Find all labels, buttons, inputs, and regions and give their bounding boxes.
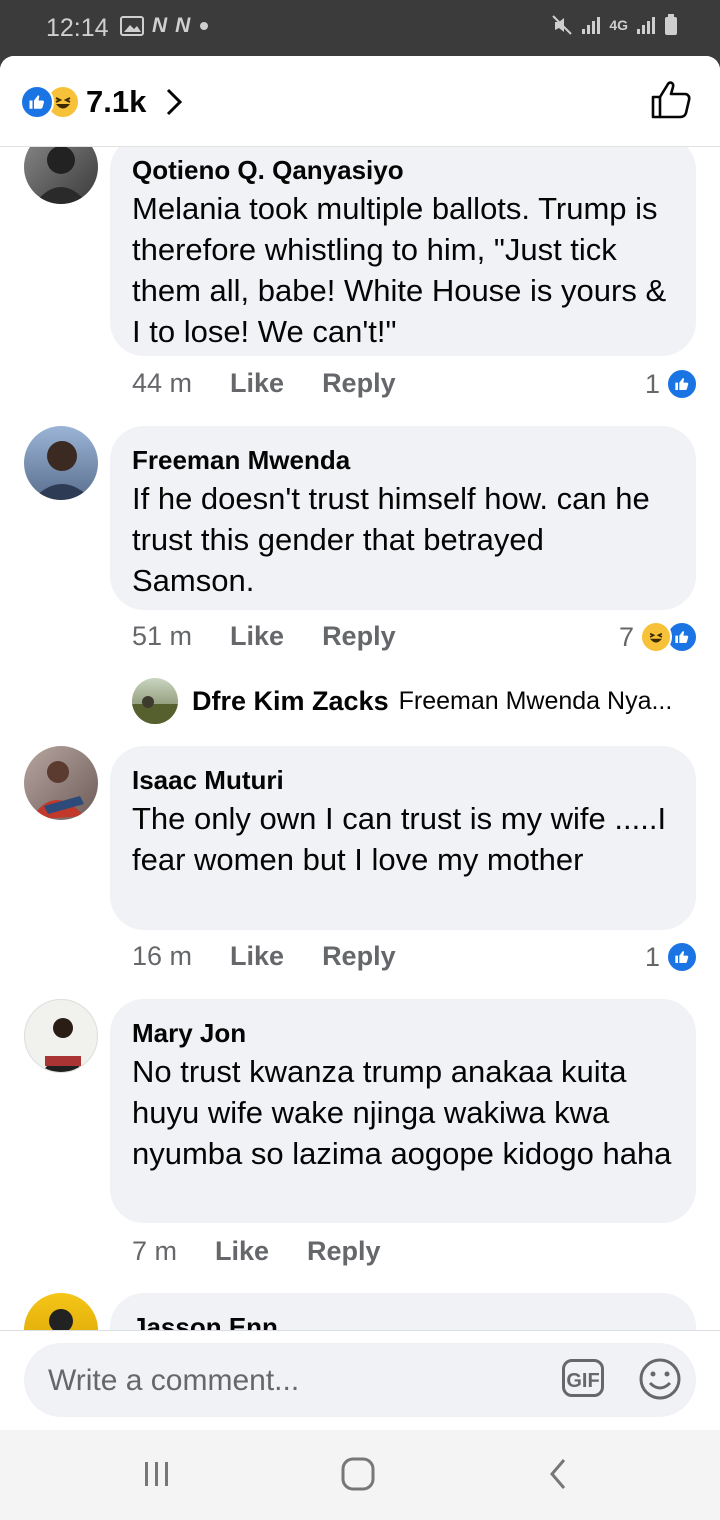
like-button[interactable]: Like	[230, 368, 284, 399]
comment-text: Melania took multiple ballots. Trump is …	[132, 191, 667, 349]
nn-icon: N	[152, 14, 168, 37]
haha-reaction-icon	[640, 621, 672, 653]
reply-snippet: Freeman Mwenda Nya...	[398, 686, 673, 715]
like-button[interactable]: Like	[230, 621, 284, 652]
comment-actions: 44 m Like Reply	[132, 368, 396, 399]
comment-bubble[interactable]: Jasson Enn	[110, 1293, 696, 1330]
nn-icon: N	[175, 14, 191, 37]
back-icon[interactable]	[544, 1454, 574, 1494]
avatar	[132, 678, 178, 724]
battery-icon	[665, 14, 677, 35]
reply-button[interactable]: Reply	[322, 368, 396, 399]
comment-reaction-count: 1	[644, 941, 660, 972]
status-right-icons: 4G	[551, 14, 678, 36]
status-time: 12:14	[46, 14, 109, 42]
comment-reactions[interactable]: 1	[645, 941, 698, 973]
reply-button[interactable]: Reply	[307, 1236, 381, 1267]
gif-button[interactable]: GIF	[562, 1359, 604, 1397]
reaction-count: 7.1k	[86, 84, 147, 119]
comment-reactions[interactable]: 1	[645, 368, 698, 400]
status-left-icons: N N	[120, 14, 210, 38]
comment-text: If he doesn't trust himself how. can he …	[132, 481, 650, 598]
reactions-summary[interactable]: 7.1k	[20, 84, 184, 120]
comment-reactions[interactable]: 7	[619, 621, 698, 653]
avatar[interactable]	[24, 746, 98, 820]
like-reaction-icon	[666, 941, 698, 973]
avatar[interactable]	[24, 999, 98, 1073]
comment-bubble[interactable]: Mary Jon No trust kwanza trump anakaa ku…	[110, 999, 696, 1223]
avatar[interactable]	[24, 146, 98, 204]
system-nav-bar	[0, 1430, 720, 1520]
signal-icon	[582, 17, 601, 34]
comment-text: The only own I can trust is my wife ....…	[132, 801, 667, 877]
like-button[interactable]: Like	[215, 1236, 269, 1267]
thumbs-up-icon[interactable]	[650, 80, 692, 120]
reply-preview[interactable]: Dfre Kim Zacks Freeman Mwenda Nya...	[132, 678, 672, 724]
dot-icon	[200, 22, 209, 30]
home-icon[interactable]	[338, 1454, 378, 1494]
emoji-icon[interactable]	[638, 1357, 682, 1401]
reply-button[interactable]: Reply	[322, 941, 396, 972]
gallery-icon	[120, 16, 144, 36]
avatar[interactable]	[24, 426, 98, 500]
comment-reaction-count: 7	[618, 621, 634, 652]
signal-icon	[637, 17, 655, 34]
comment-composer: Write a comment... GIF	[0, 1330, 720, 1430]
reply-author: Dfre Kim Zacks	[192, 685, 389, 716]
mute-icon	[552, 15, 573, 35]
comment-bubble[interactable]: Qotieno Q. Qanyasiyo Melania took multip…	[110, 146, 696, 356]
comment-time[interactable]: 51 m	[132, 621, 192, 652]
comment-bubble[interactable]: Isaac Muturi The only own I can trust is…	[110, 746, 696, 930]
like-button[interactable]: Like	[230, 941, 284, 972]
comment-time[interactable]: 7 m	[132, 1236, 177, 1267]
comments-sheet: 7.1k Qotieno Q. Qanyasiyo Melania took m…	[0, 56, 720, 1430]
comment-author[interactable]: Jasson Enn	[132, 1311, 674, 1330]
reactions-header: 7.1k	[0, 56, 720, 147]
comment-reaction-count: 1	[644, 368, 660, 399]
chevron-right-icon[interactable]	[164, 86, 184, 118]
comment-author[interactable]: Isaac Muturi	[132, 764, 674, 796]
comment-author[interactable]: Freeman Mwenda	[132, 444, 674, 476]
like-reaction-icon	[20, 85, 54, 119]
comment-input[interactable]: Write a comment... GIF	[24, 1343, 696, 1417]
like-reaction-icon	[666, 368, 698, 400]
comment-time[interactable]: 44 m	[132, 368, 192, 399]
status-bar: 12:14 N N 4G	[0, 0, 720, 56]
comment-bubble[interactable]: Freeman Mwenda If he doesn't trust himse…	[110, 426, 696, 610]
comment-author[interactable]: Mary Jon	[132, 1017, 674, 1049]
comment-time[interactable]: 16 m	[132, 941, 192, 972]
4g-icon: 4G	[609, 17, 628, 33]
comment-text: No trust kwanza trump anakaa kuita huyu …	[132, 1054, 672, 1171]
avatar[interactable]	[24, 1293, 98, 1330]
reply-button[interactable]: Reply	[322, 621, 396, 652]
comment-actions: 7 m Like Reply	[132, 1236, 381, 1267]
comment-actions: 51 m Like Reply	[132, 621, 396, 652]
comment-list: Qotieno Q. Qanyasiyo Melania took multip…	[0, 146, 720, 1330]
comment-actions: 16 m Like Reply	[132, 941, 396, 972]
comment-author[interactable]: Qotieno Q. Qanyasiyo	[132, 154, 674, 186]
comment-placeholder: Write a comment...	[48, 1364, 300, 1397]
recent-apps-icon[interactable]	[140, 1454, 174, 1494]
